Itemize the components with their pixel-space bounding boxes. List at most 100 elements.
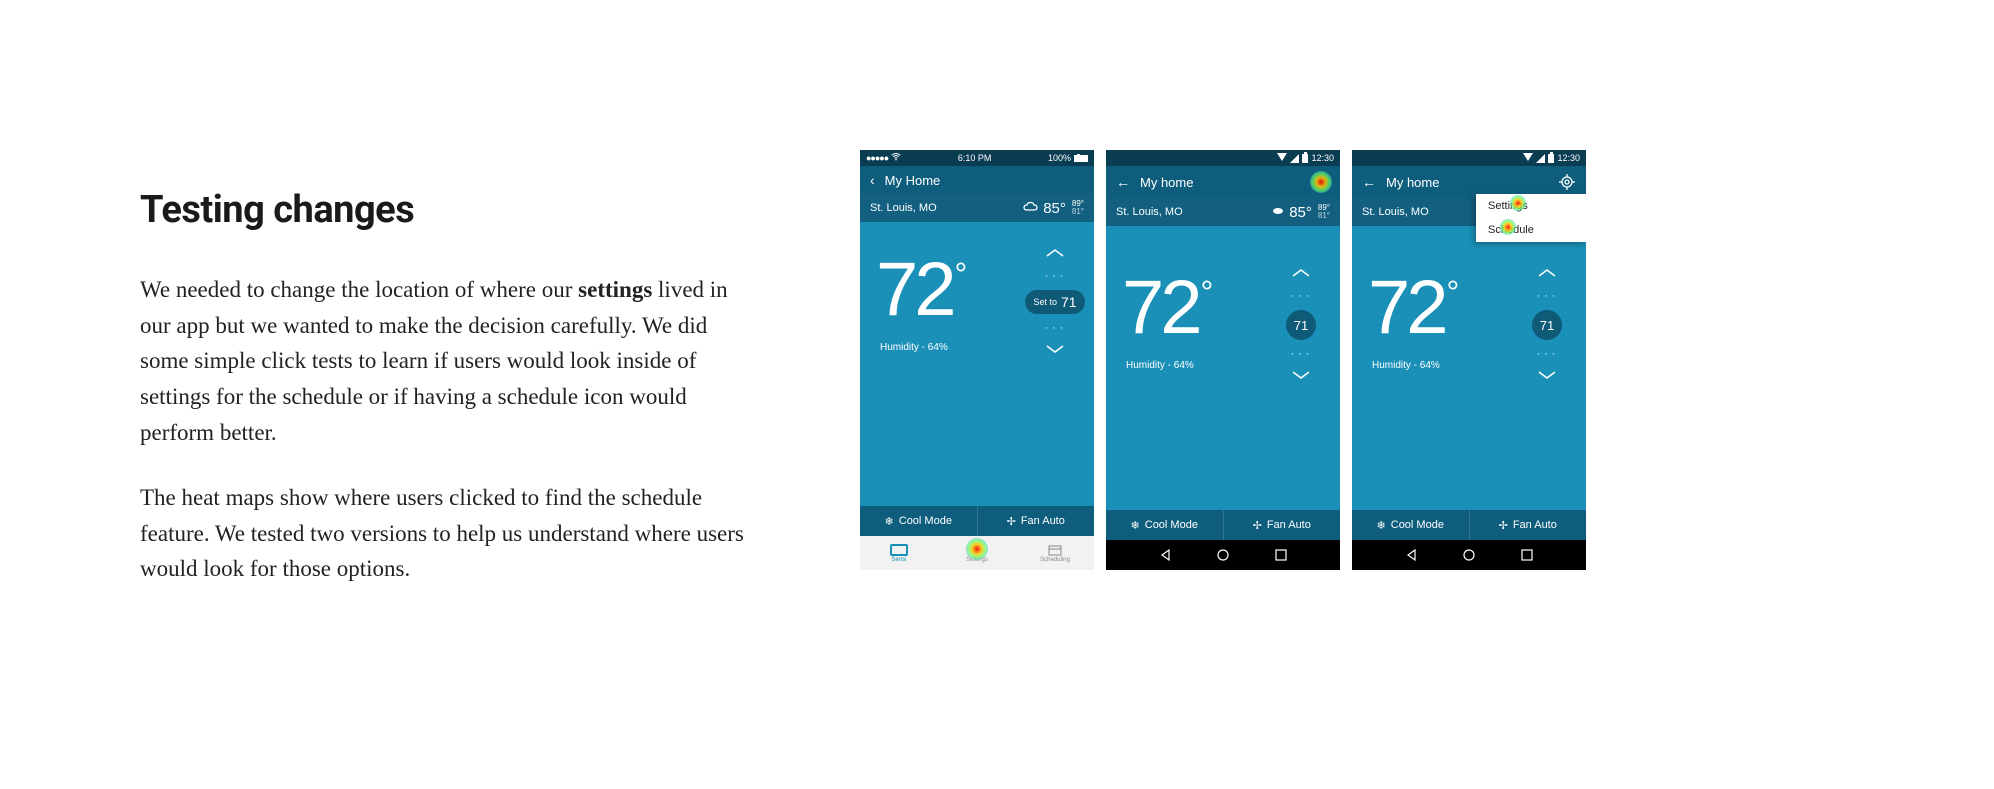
header-title: My home [1386,175,1439,190]
cool-mode-label: Cool Mode [1145,519,1198,531]
signal-icon [1290,154,1299,163]
fan-icon: ✢ [1499,519,1508,532]
status-time: 6:10 PM [958,153,992,163]
back-chevron-icon[interactable]: ‹ [870,172,875,188]
setpoint-circle[interactable]: 71 [1532,310,1562,340]
fan-button[interactable]: ✢ Fan Auto [978,506,1095,536]
settings-icon[interactable] [1312,173,1330,191]
current-temp-value: 72 [1368,270,1445,346]
tab-settings-label: Settings [966,557,988,563]
control-dots-icon: ● ● ● [1045,326,1064,330]
tab-sensi-label: Sensi [891,557,906,563]
header-title: My home [1140,175,1193,190]
control-dots-icon: ● ● ● [1045,274,1064,278]
p1-bold: settings [578,277,652,302]
current-temp-value: 72 [1122,270,1199,346]
fan-label: Fan Auto [1021,515,1065,527]
back-arrow-icon[interactable]: ← [1362,174,1376,190]
cloud-icon [1271,205,1285,219]
snowflake-icon: ❄ [885,515,894,528]
phone-screenshot-android-b: 12:30 ← My home Settings Schedule [1352,150,1586,570]
mode-bar: ❄ Cool Mode ✢ Fan Auto [1352,510,1586,540]
weather-summary: 85° 89° 81° [1271,204,1330,221]
temp-up-chevron-icon[interactable] [1291,266,1311,282]
battery-icon [1548,154,1554,163]
setpoint-value: 71 [1540,318,1554,333]
location-bar: St. Louis, MO 85° 89° 81° [860,194,1094,222]
fan-button[interactable]: ✢ Fan Auto [1224,510,1341,540]
fan-label: Fan Auto [1513,519,1557,531]
menu-item-settings[interactable]: Settings [1476,194,1586,218]
snowflake-icon: ❄ [1377,519,1386,532]
android-home-icon[interactable] [1214,546,1232,564]
wifi-icon [891,153,901,163]
android-nav-bar [1106,540,1340,570]
location-label: St. Louis, MO [1362,206,1429,218]
signal-icon [1536,154,1545,163]
android-recents-icon[interactable] [1518,546,1536,564]
carrier-dots-icon: ●●●●● [866,153,888,163]
temp-down-chevron-icon[interactable] [1045,342,1065,358]
setpoint-pill[interactable]: Set to 71 [1025,290,1084,314]
weather-summary: 85° 89° 81° [1023,200,1084,217]
section-heading: Testing changes [140,188,760,232]
thermostat-main: 72° Humidity - 64% ● ● ● 71 ● ● ● [1106,226,1340,510]
cloud-icon [1023,201,1039,216]
location-bar: St. Louis, MO 85° 89° 81° [1106,198,1340,226]
location-label: St. Louis, MO [1116,206,1183,218]
thermostat-icon [890,544,908,556]
low-temp: 81° [1318,212,1330,220]
outdoor-temp: 85° [1289,204,1312,221]
cool-mode-button[interactable]: ❄ Cool Mode [860,506,978,536]
temp-up-chevron-icon[interactable] [1537,266,1557,282]
current-temp-value: 72 [876,252,953,328]
header-title: My Home [885,173,941,188]
p1-suffix: lived in our app but we wanted to make t… [140,277,728,445]
android-back-icon[interactable] [1156,546,1174,564]
status-bar: 12:30 [1106,150,1340,166]
status-bar: ●●●●● 6:10 PM 100% [860,150,1094,166]
fan-icon: ✢ [1007,515,1016,528]
android-back-icon[interactable] [1402,546,1420,564]
mode-bar: ❄ Cool Mode ✢ Fan Auto [860,506,1094,536]
android-home-icon[interactable] [1460,546,1478,564]
menu-item-schedule[interactable]: Schedule [1476,218,1586,242]
control-dots-icon: ● ● ● [1291,294,1310,298]
setpoint-value: 71 [1294,318,1308,333]
cool-mode-label: Cool Mode [1391,519,1444,531]
gear-icon[interactable] [1558,173,1576,191]
degree-symbol: ° [955,258,968,290]
tab-scheduling[interactable]: Scheduling [1016,536,1094,570]
temp-up-chevron-icon[interactable] [1045,246,1065,262]
tab-sensi[interactable]: Sensi [860,536,938,570]
fan-icon: ✢ [1253,519,1262,532]
android-nav-bar [1352,540,1586,570]
overflow-menu: Settings Schedule [1476,194,1586,242]
setpoint-circle[interactable]: 71 [1286,310,1316,340]
back-arrow-icon[interactable]: ← [1116,174,1130,190]
status-time: 12:30 [1557,153,1580,163]
fan-button[interactable]: ✢ Fan Auto [1470,510,1587,540]
thermostat-main: 72° Humidity - 64% ● ● ● Set to 71 ● ● ● [860,222,1094,506]
tab-scheduling-label: Scheduling [1040,557,1070,563]
gear-icon: ⚙ [968,544,986,556]
temp-down-chevron-icon[interactable] [1291,368,1311,384]
menu-schedule-label: Schedule [1488,224,1534,236]
control-dots-icon: ● ● ● [1537,352,1556,356]
paragraph-2: The heat maps show where users clicked t… [140,480,760,587]
heatmap-marker [1310,171,1332,193]
setpoint-label: Set to [1033,297,1057,307]
tab-settings[interactable]: ⚙ Settings [938,536,1016,570]
phone-screenshot-ios: ●●●●● 6:10 PM 100% ‹ My Home St. Louis, … [860,150,1094,570]
p1-prefix: We needed to change the location of wher… [140,277,578,302]
wifi-icon [1277,153,1287,163]
wifi-icon [1523,153,1533,163]
cool-mode-button[interactable]: ❄ Cool Mode [1352,510,1470,540]
android-recents-icon[interactable] [1272,546,1290,564]
temp-down-chevron-icon[interactable] [1537,368,1557,384]
temp-controls: ● ● ● 71 ● ● ● [1524,266,1570,384]
degree-symbol: ° [1201,276,1214,308]
cool-mode-button[interactable]: ❄ Cool Mode [1106,510,1224,540]
battery-percent: 100% [1048,153,1071,163]
snowflake-icon: ❄ [1131,519,1140,532]
